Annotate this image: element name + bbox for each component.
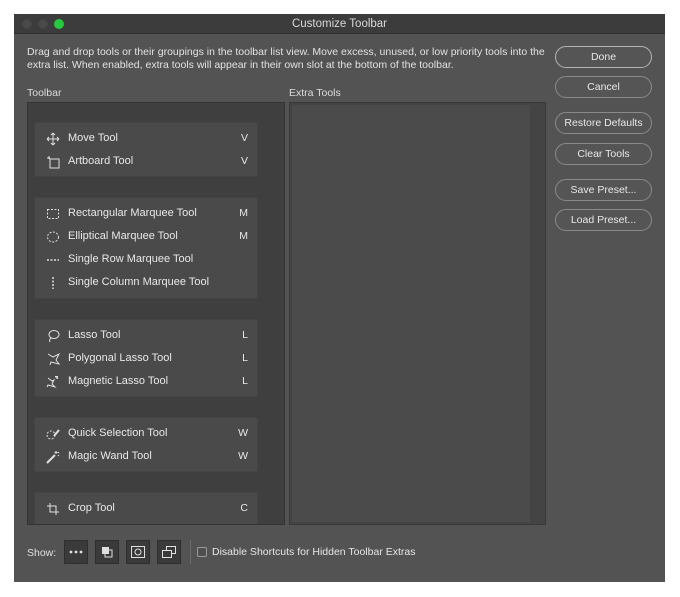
toolbar-list[interactable]: Move Tool V Artboard Tool V Rectangular … [27,102,285,525]
tool-shortcut: V [240,132,248,144]
tool-row-row-marquee[interactable]: Single Row Marquee Tool [35,248,257,271]
window-title: Customize Toolbar [291,18,388,30]
extra-tools-list[interactable] [289,102,546,525]
tool-shortcut: W [238,450,248,462]
lasso-icon [45,328,61,344]
instructions-text: Drag and drop tools or their groupings i… [27,46,545,71]
customize-toolbar-dialog: Customize Toolbar Drag and drop tools or… [14,14,665,582]
disable-shortcuts-checkbox[interactable] [197,547,207,557]
tool-row-lasso[interactable]: Lasso Tool L [35,324,257,347]
tool-name: Lasso Tool [68,329,121,341]
tool-row-ellipse-marquee[interactable]: Elliptical Marquee Tool M [35,225,257,248]
load-preset-button[interactable]: Load Preset... [555,209,652,231]
disable-shortcuts-label[interactable]: Disable Shortcuts for Hidden Toolbar Ext… [212,546,416,558]
tool-name: Move Tool [68,132,118,144]
tool-name: Single Column Marquee Tool [68,276,210,288]
tool-row-artboard[interactable]: Artboard Tool V [35,150,257,173]
tool-row-crop[interactable]: Crop Tool C [35,497,257,520]
restore-defaults-button[interactable]: Restore Defaults [555,112,652,134]
done-button[interactable]: Done [555,46,652,68]
magic-wand-icon [45,449,61,465]
tool-shortcut: L [242,375,248,387]
save-preset-button[interactable]: Save Preset... [555,179,652,201]
show-quick-mask-toggle[interactable] [126,540,150,564]
toolbar-column-label: Toolbar [27,87,62,99]
tool-shortcut: L [242,329,248,341]
tool-row-move[interactable]: Move Tool V [35,127,257,150]
artboard-icon [45,154,61,170]
tool-name: Crop Tool [68,502,115,514]
tool-shortcut: V [240,155,248,167]
row-marquee-icon [45,252,61,268]
tool-name: Quick Selection Tool [68,427,168,439]
tool-row-quick-selection[interactable]: Quick Selection Tool W [35,422,257,445]
show-more-toggle[interactable] [64,540,88,564]
tool-group-move[interactable]: Move Tool V Artboard Tool V [34,122,258,177]
ellipse-marquee-icon [45,229,61,245]
quick-selection-icon [45,426,61,442]
show-screen-mode-toggle[interactable] [157,540,181,564]
show-options-bar: Show: Disable Shortcuts for Hidden Toolb… [14,536,665,570]
tool-group-marquee[interactable]: Rectangular Marquee Tool M Elliptical Ma… [34,197,258,299]
tool-name: Rectangular Marquee Tool [68,207,197,219]
tool-name: Polygonal Lasso Tool [68,352,172,364]
tool-shortcut: W [238,427,248,439]
column-marquee-icon [45,275,61,291]
clear-tools-button[interactable]: Clear Tools [555,143,652,165]
tool-shortcut: C [240,502,248,514]
tool-group-selection[interactable]: Quick Selection Tool W Magic Wand Tool W [34,417,258,472]
quick-mask-icon [131,546,145,558]
show-fill-swatch-toggle[interactable] [95,540,119,564]
more-icon [69,550,83,554]
fill-swatch-icon [101,546,113,558]
tool-shortcut: M [239,230,248,242]
tool-name: Magnetic Lasso Tool [68,375,169,387]
tool-row-magic-wand[interactable]: Magic Wand Tool W [35,445,257,468]
tool-name: Single Row Marquee Tool [68,253,194,265]
tool-row-magnetic-lasso[interactable]: Magnetic Lasso Tool L [35,370,257,393]
tool-group-crop[interactable]: Crop Tool C [34,492,258,524]
divider [190,540,191,564]
tool-group-lasso[interactable]: Lasso Tool L Polygonal Lasso Tool L Magn… [34,319,258,397]
tool-shortcut: L [242,352,248,364]
screen-mode-icon [162,546,176,558]
toolbar-list-scrollbar[interactable] [284,193,285,275]
cancel-button[interactable]: Cancel [555,76,652,98]
magnetic-lasso-icon [45,374,61,390]
show-label: Show: [27,547,57,559]
tool-name: Elliptical Marquee Tool [68,230,178,242]
crop-icon [45,501,61,517]
tool-name: Artboard Tool [68,155,134,167]
tool-row-column-marquee[interactable]: Single Column Marquee Tool [35,271,257,294]
tool-row-polygonal-lasso[interactable]: Polygonal Lasso Tool L [35,347,257,370]
tool-name: Magic Wand Tool [68,450,152,462]
tool-row-rect-marquee[interactable]: Rectangular Marquee Tool M [35,202,257,225]
title-bar[interactable]: Customize Toolbar [14,14,665,34]
extra-tools-drop-area[interactable] [292,105,530,522]
move-icon [45,131,61,147]
polygonal-lasso-icon [45,351,61,367]
extra-tools-column-label: Extra Tools [289,87,341,99]
tool-shortcut: M [239,207,248,219]
rect-marquee-icon [45,206,61,222]
